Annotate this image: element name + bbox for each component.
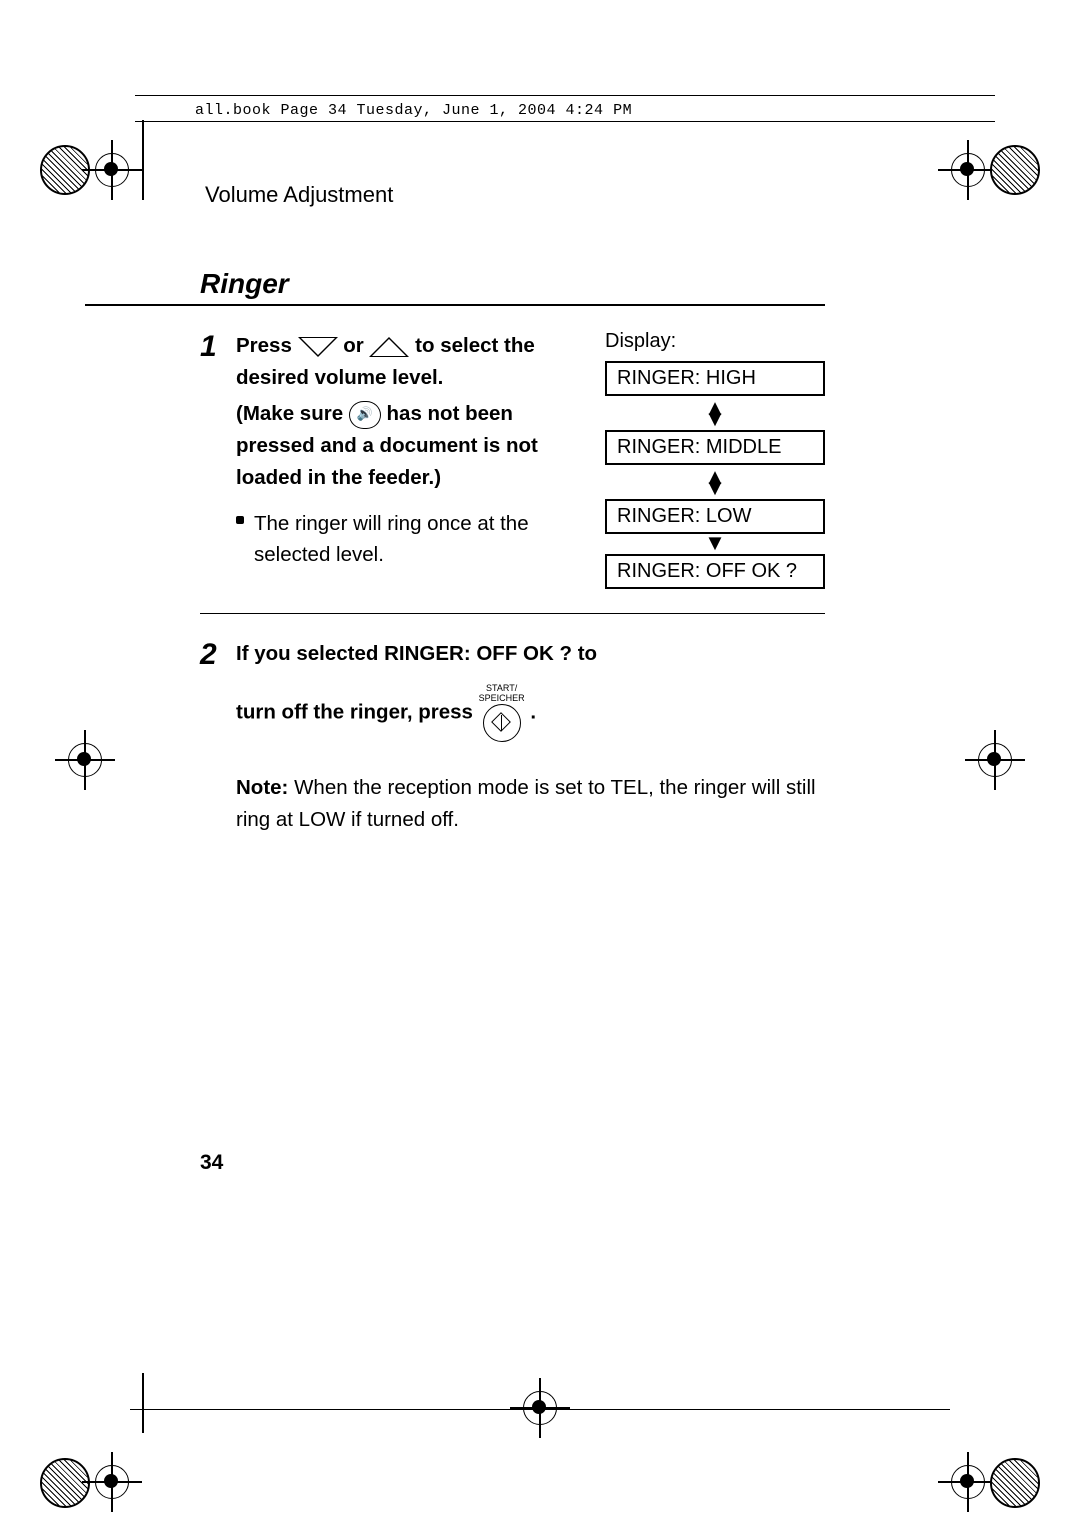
note-label: Note: (236, 776, 288, 799)
ringer-heading: Ringer (85, 208, 825, 306)
step1-bullet: The ringer will ring once at the selecte… (254, 508, 585, 572)
arrow-down-icon: ▼ (605, 534, 825, 554)
bullet-icon (236, 516, 244, 524)
step-2-number: 2 (200, 638, 236, 835)
display-low: RINGER: LOW (605, 499, 825, 534)
step-1: 1 Press or to select the desired volume … (200, 306, 825, 614)
arrow-updown-icon: ▲▼ (605, 396, 825, 430)
section-title: Volume Adjustment (85, 122, 995, 208)
display-off: RINGER: OFF OK ? (605, 554, 825, 589)
speaker-key-icon: 🔊 (349, 401, 381, 429)
display-middle: RINGER: MIDDLE (605, 430, 825, 465)
down-key-icon (298, 331, 338, 363)
step1-press: Press (236, 334, 298, 357)
step1-makesure: (Make sure (236, 402, 349, 425)
start-key-icon: START/ SPEICHER (479, 684, 525, 742)
display-label: Display: (605, 330, 825, 353)
header-meta: all.book Page 34 Tuesday, June 1, 2004 4… (135, 96, 995, 122)
step-2: 2 If you selected RINGER: OFF OK ? to tu… (200, 614, 825, 835)
up-key-icon (369, 331, 409, 363)
arrow-updown-icon: ▲▼ (605, 465, 825, 499)
page-number: 34 (200, 1151, 223, 1175)
step-1-number: 1 (200, 330, 236, 589)
step1-or: or (343, 334, 369, 357)
step2-line1: If you selected RINGER: OFF OK ? to (236, 638, 825, 670)
step2-line2b: . (530, 700, 536, 723)
step2-line2a: turn off the ringer, press (236, 700, 479, 723)
display-high: RINGER: HIGH (605, 361, 825, 396)
note-text: When the reception mode is set to TEL, t… (236, 776, 816, 831)
